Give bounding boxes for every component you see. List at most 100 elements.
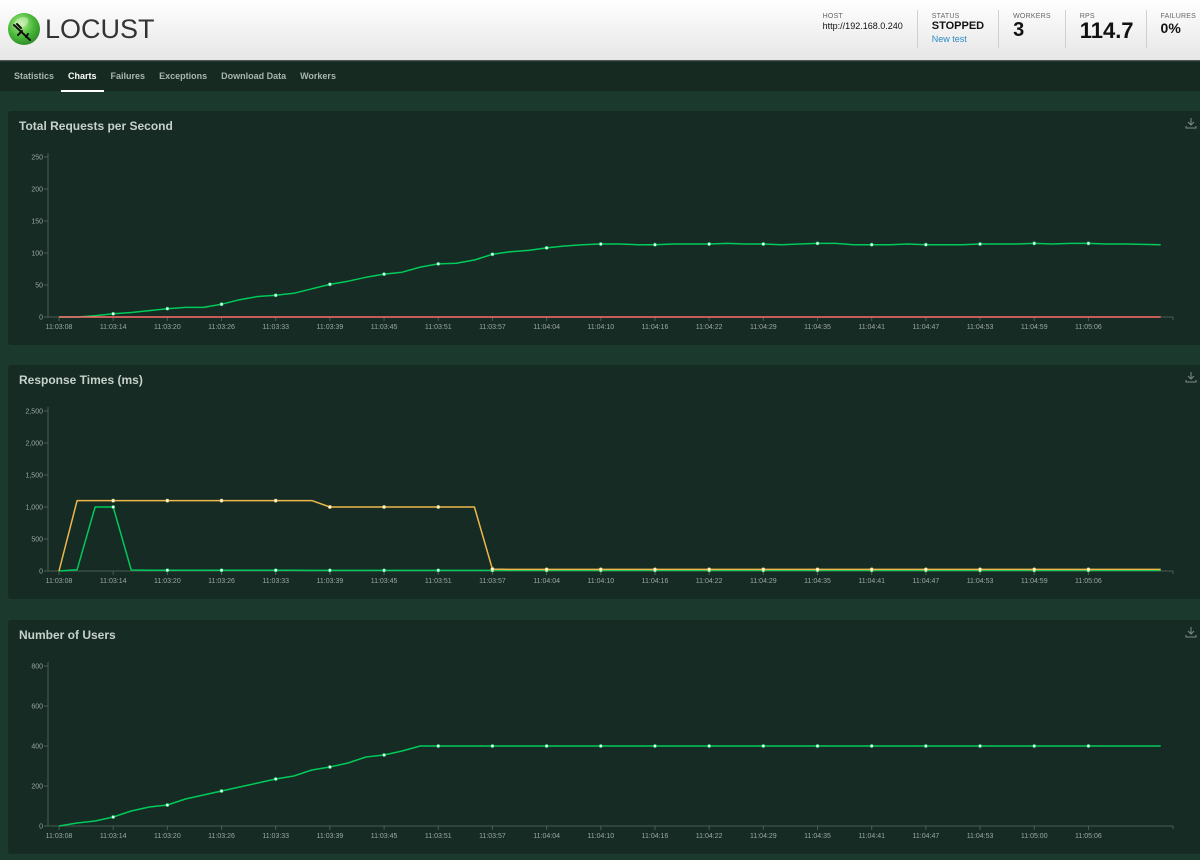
y-tick-label: 1,000 bbox=[25, 505, 43, 512]
data-point bbox=[869, 744, 874, 748]
data-point bbox=[165, 803, 170, 807]
x-tick-label: 11:03:51 bbox=[425, 578, 452, 585]
x-tick-label: 11:04:10 bbox=[587, 578, 614, 585]
stats-bar: HOST http://192.168.0.240 STATUS STOPPED… bbox=[809, 10, 1200, 48]
data-point bbox=[544, 744, 549, 748]
y-tick-label: 50 bbox=[35, 283, 43, 290]
x-tick-label: 11:03:20 bbox=[154, 833, 181, 840]
users-chart: 0 200 400 600 800 11:03:08 11:03:14 11:03:20 11:… bbox=[31, 662, 1174, 840]
x-tick-label: 11:03:20 bbox=[154, 578, 181, 585]
x-tick-label: 11:04:16 bbox=[642, 578, 669, 585]
x-tick-label: 11:03:14 bbox=[100, 324, 127, 331]
series-line-median-response-time bbox=[58, 506, 1161, 572]
data-point bbox=[490, 567, 495, 571]
y-tick-label: 150 bbox=[31, 219, 43, 226]
data-point bbox=[219, 789, 224, 793]
data-point bbox=[707, 744, 712, 748]
x-tick-label: 11:05:00 bbox=[1021, 833, 1048, 840]
host-value: http://192.168.0.240 bbox=[822, 21, 903, 31]
data-point bbox=[1086, 567, 1091, 572]
x-tick-label: 11:04:10 bbox=[587, 833, 614, 840]
data-point bbox=[598, 567, 603, 572]
x-tick-label: 11:03:57 bbox=[479, 324, 506, 331]
tab-statistics[interactable]: Statistics bbox=[7, 62, 61, 91]
data-point bbox=[653, 242, 657, 247]
data-point bbox=[1032, 567, 1037, 572]
data-point bbox=[761, 242, 766, 246]
series-line-rps bbox=[59, 242, 1161, 318]
data-point bbox=[165, 498, 170, 503]
response-times-chart: 0 500 1,000 1,500 2,000 2,500 11:03:08 11:03:14… bbox=[25, 407, 1174, 585]
x-tick-label: 11:03:57 bbox=[479, 578, 506, 585]
data-point bbox=[436, 261, 441, 266]
y-tick-label: 200 bbox=[31, 784, 43, 791]
data-point bbox=[544, 245, 549, 250]
x-tick-label: 11:03:45 bbox=[371, 324, 398, 331]
data-point bbox=[544, 567, 549, 572]
x-tick-label: 11:03:08 bbox=[46, 324, 73, 331]
data-point bbox=[923, 567, 928, 572]
data-point bbox=[1086, 241, 1091, 246]
y-tick-label: 400 bbox=[31, 744, 43, 751]
data-point bbox=[436, 568, 441, 573]
tab-workers[interactable]: Workers bbox=[293, 62, 343, 91]
chart-panel-rps: Total Requests per Second 0 50 100 150 200 25… bbox=[8, 111, 1200, 345]
chart-panel-users: Number of Users 0 200 400 600 800 11:03:08 11:… bbox=[8, 620, 1200, 854]
data-point bbox=[111, 311, 116, 316]
rps-chart: 0 50 100 150 200 250 11:03:08 11:03:14 11:03:20 1… bbox=[31, 153, 1174, 331]
x-tick-label: 11:03:08 bbox=[46, 833, 73, 840]
data-point bbox=[1032, 744, 1037, 748]
new-test-link[interactable]: New test bbox=[932, 34, 984, 44]
data-point bbox=[978, 242, 982, 246]
data-point bbox=[815, 241, 820, 246]
chart-panel-response-times: Response Times (ms) 0 500 1,000 1,500 2,000 2… bbox=[8, 365, 1200, 599]
x-tick-label: 11:04:41 bbox=[858, 578, 885, 585]
host-label: HOST bbox=[822, 13, 843, 20]
tab-charts[interactable]: Charts bbox=[61, 62, 104, 92]
header: LOCUST HOST http://192.168.0.240 STATUS … bbox=[0, 0, 1200, 61]
data-point bbox=[436, 744, 441, 748]
stat-failures: FAILURES 0% bbox=[1145, 10, 1200, 48]
tab-exceptions[interactable]: Exceptions bbox=[152, 62, 214, 91]
data-point bbox=[490, 252, 495, 257]
nav-tabs: Statistics Charts Failures Exceptions Do… bbox=[0, 62, 1200, 92]
logo-text: LOCUST bbox=[45, 13, 155, 44]
x-tick-label: 11:04:53 bbox=[967, 578, 994, 585]
x-tick-label: 11:04:22 bbox=[696, 578, 723, 585]
tab-failures[interactable]: Failures bbox=[104, 62, 153, 91]
stat-status: STATUS STOPPED New test bbox=[916, 10, 998, 48]
y-tick-label: 1,500 bbox=[25, 473, 43, 480]
data-point bbox=[653, 744, 657, 748]
data-point bbox=[869, 567, 874, 572]
x-tick-label: 11:04:53 bbox=[967, 324, 994, 331]
data-point bbox=[653, 567, 657, 572]
x-tick-label: 11:04:35 bbox=[804, 324, 831, 331]
x-tick-label: 11:04:22 bbox=[696, 324, 723, 331]
locust-logo-icon bbox=[8, 13, 40, 45]
failures-value: 0% bbox=[1160, 20, 1181, 36]
x-tick-label: 11:04:29 bbox=[750, 324, 777, 331]
x-tick-label: 11:04:35 bbox=[804, 833, 831, 840]
data-point bbox=[707, 567, 712, 572]
x-tick-label: 11:03:14 bbox=[100, 833, 127, 840]
x-tick-label: 11:04:41 bbox=[858, 324, 885, 331]
data-point bbox=[327, 505, 332, 509]
x-tick-label: 11:03:51 bbox=[425, 833, 452, 840]
tab-download-data[interactable]: Download Data bbox=[214, 62, 293, 91]
x-tick-label: 11:03:33 bbox=[262, 324, 289, 331]
y-tick-label: 800 bbox=[31, 664, 43, 671]
x-tick-label: 11:03:20 bbox=[154, 324, 181, 331]
data-point bbox=[219, 498, 224, 503]
x-tick-label: 11:03:33 bbox=[262, 578, 289, 585]
x-tick-label: 11:03:26 bbox=[208, 324, 235, 331]
logo[interactable]: LOCUST bbox=[8, 13, 155, 45]
y-tick-label: 0 bbox=[39, 569, 43, 576]
x-tick-label: 11:04:04 bbox=[533, 324, 560, 331]
data-point bbox=[111, 815, 116, 819]
x-tick-label: 11:04:47 bbox=[913, 833, 940, 840]
data-point bbox=[598, 744, 603, 748]
data-point bbox=[273, 498, 278, 503]
x-tick-label: 11:03:45 bbox=[371, 578, 398, 585]
x-tick-label: 11:04:04 bbox=[533, 578, 560, 585]
x-tick-label: 11:03:51 bbox=[425, 324, 452, 331]
